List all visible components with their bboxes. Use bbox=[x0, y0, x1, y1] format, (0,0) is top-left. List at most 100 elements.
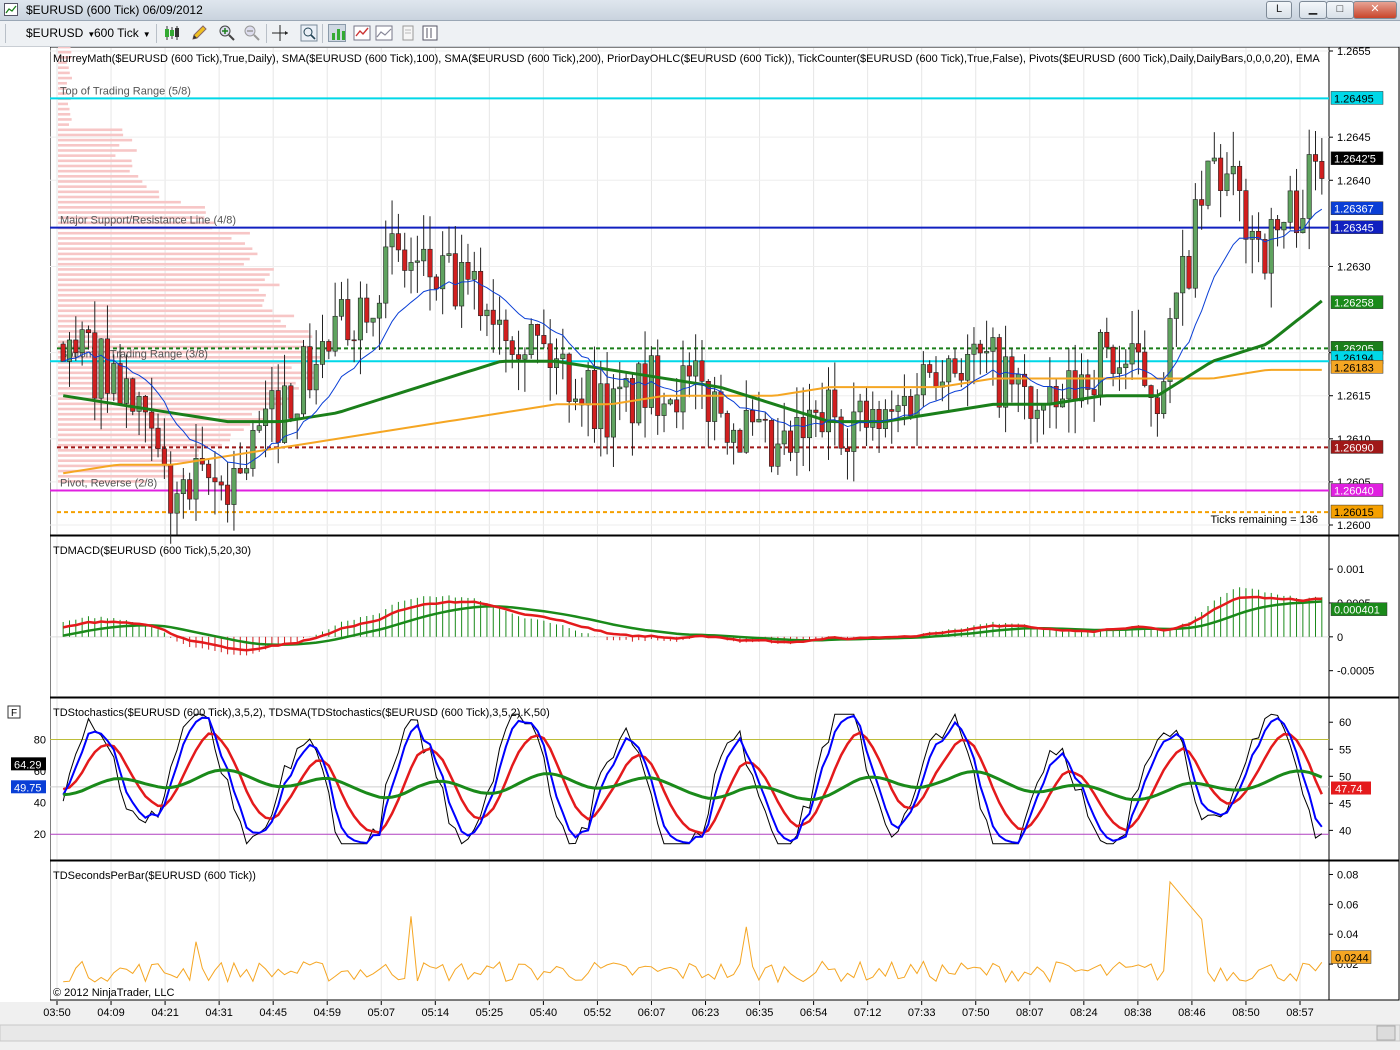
stoch-legend: TDStochastics($EURUSD (600 Tick),3,5,2),… bbox=[53, 707, 550, 719]
candle-down bbox=[218, 481, 224, 486]
instrument-list-icon[interactable] bbox=[421, 24, 439, 42]
candle-down bbox=[92, 332, 98, 399]
candle-up bbox=[408, 262, 414, 271]
script-icon[interactable] bbox=[399, 24, 417, 42]
stoch-right-axis-label: 55 bbox=[1339, 744, 1351, 756]
candle-up bbox=[895, 405, 901, 412]
candle-up bbox=[693, 360, 699, 377]
candle-up bbox=[256, 425, 262, 431]
volume-profile-bar bbox=[58, 278, 265, 282]
time-axis-label: 04:31 bbox=[205, 1007, 233, 1019]
zoom-out-icon[interactable] bbox=[243, 24, 261, 42]
murrey-label: Pivot, Reverse (2/8) bbox=[60, 478, 157, 490]
volume-profile-bar bbox=[58, 449, 200, 452]
candle-up bbox=[667, 399, 673, 405]
stoch-right-axis-label: 50 bbox=[1339, 771, 1351, 783]
volume-profile-bar bbox=[58, 330, 309, 333]
candle-up bbox=[731, 429, 737, 443]
candle-down bbox=[863, 400, 869, 428]
bar-chart-icon[interactable] bbox=[328, 24, 346, 42]
candle-up bbox=[528, 324, 534, 355]
candle-up bbox=[497, 319, 503, 325]
crosshair-icon[interactable] bbox=[271, 24, 289, 42]
candle-down bbox=[819, 412, 825, 433]
volume-profile-bar bbox=[58, 149, 137, 152]
candle-down bbox=[225, 484, 231, 505]
maximize-button[interactable]: □ bbox=[1326, 1, 1354, 19]
toolbar-separator bbox=[322, 24, 323, 43]
candle-down bbox=[395, 233, 401, 251]
volume-profile-bar bbox=[58, 195, 160, 199]
volume-profile-bar bbox=[58, 231, 250, 235]
candle-up bbox=[389, 233, 395, 248]
candle-up bbox=[282, 385, 288, 443]
horizontal-scrollbar[interactable] bbox=[0, 1024, 1400, 1042]
chart-area[interactable]: 1.26551.26451.26401.26301.26201.26151.26… bbox=[0, 47, 1400, 1050]
candle-down bbox=[85, 329, 91, 334]
candle-up bbox=[459, 262, 465, 307]
candle-down bbox=[275, 390, 281, 443]
seconds-axis-label: 0.04 bbox=[1337, 929, 1358, 941]
candle-up bbox=[870, 409, 876, 428]
lock-l-button[interactable]: L bbox=[1266, 1, 1292, 19]
candle-up bbox=[440, 255, 446, 290]
chart-app-icon bbox=[4, 3, 18, 16]
candle-up bbox=[180, 479, 186, 495]
candle-down bbox=[1218, 157, 1224, 191]
candle-down bbox=[933, 372, 939, 388]
candle-down bbox=[674, 399, 680, 413]
volume-profile-bar bbox=[58, 309, 273, 313]
time-axis-label: 07:50 bbox=[962, 1007, 990, 1019]
candle-up bbox=[1281, 221, 1287, 231]
candle-up bbox=[610, 388, 616, 438]
instrument-selector[interactable]: $EURUSD ▼ bbox=[26, 26, 95, 40]
candle-up bbox=[984, 351, 990, 354]
candle-down bbox=[427, 248, 433, 278]
price-axis-label: 1.2615 bbox=[1337, 391, 1371, 403]
draw-pencil-icon[interactable] bbox=[190, 24, 208, 42]
candle-down bbox=[509, 340, 515, 355]
candle-up bbox=[825, 389, 832, 433]
macd-legend: TDMACD($EURUSD (600 Tick),5,20,30) bbox=[53, 545, 251, 557]
candle-down bbox=[149, 411, 155, 429]
magnifier-icon[interactable] bbox=[300, 24, 318, 42]
zoom-in-icon[interactable] bbox=[218, 24, 236, 42]
candlestick-style-icon[interactable] bbox=[163, 24, 181, 42]
chart-canvas[interactable]: 1.26551.26451.26401.26301.26201.26151.26… bbox=[0, 47, 1400, 1050]
close-button[interactable]: ✕ bbox=[1353, 1, 1397, 19]
time-axis-label: 08:07 bbox=[1016, 1007, 1044, 1019]
volume-profile-bar bbox=[58, 304, 263, 307]
candle-down bbox=[1142, 351, 1148, 386]
candle-up bbox=[522, 354, 528, 360]
candle-up bbox=[111, 363, 117, 394]
candle-down bbox=[604, 383, 610, 438]
time-axis-label: 08:38 bbox=[1124, 1007, 1152, 1019]
minimize-button[interactable]: ▁ bbox=[1299, 1, 1327, 19]
volume-profile-bar bbox=[58, 175, 139, 178]
volume-profile-bar bbox=[58, 433, 231, 437]
macd-axis-label: 0.001 bbox=[1337, 564, 1365, 576]
volume-profile-bar bbox=[58, 118, 72, 121]
candle-down bbox=[1028, 386, 1034, 419]
copyright-label: © 2012 NinjaTrader, LLC bbox=[53, 987, 174, 999]
candle-up bbox=[617, 386, 623, 390]
candle-up bbox=[920, 364, 926, 396]
scrollbar-right-button[interactable] bbox=[1376, 1025, 1396, 1041]
price-tag-label: 1.26183 bbox=[1334, 362, 1374, 374]
seconds-legend: TDSecondsPerBar($EURUSD (600 Tick)) bbox=[53, 870, 256, 882]
candle-down bbox=[60, 343, 66, 362]
data-box-icon[interactable] bbox=[375, 24, 393, 42]
candle-down bbox=[402, 249, 408, 271]
candle-up bbox=[332, 315, 338, 352]
candle-up bbox=[965, 354, 971, 381]
interval-selector[interactable]: 600 Tick ▼ bbox=[94, 26, 151, 40]
volume-profile-bar bbox=[58, 144, 120, 147]
candle-up bbox=[1249, 230, 1255, 240]
candle-down bbox=[478, 270, 484, 317]
volume-profile-bar bbox=[58, 459, 199, 463]
candle-up bbox=[313, 364, 319, 391]
murrey-label: Major Support/Resistance Line (4/8) bbox=[60, 215, 236, 227]
chevron-down-icon: ▼ bbox=[142, 30, 151, 39]
volume-profile-bar bbox=[58, 237, 232, 240]
chart-properties-icon[interactable] bbox=[353, 24, 371, 42]
